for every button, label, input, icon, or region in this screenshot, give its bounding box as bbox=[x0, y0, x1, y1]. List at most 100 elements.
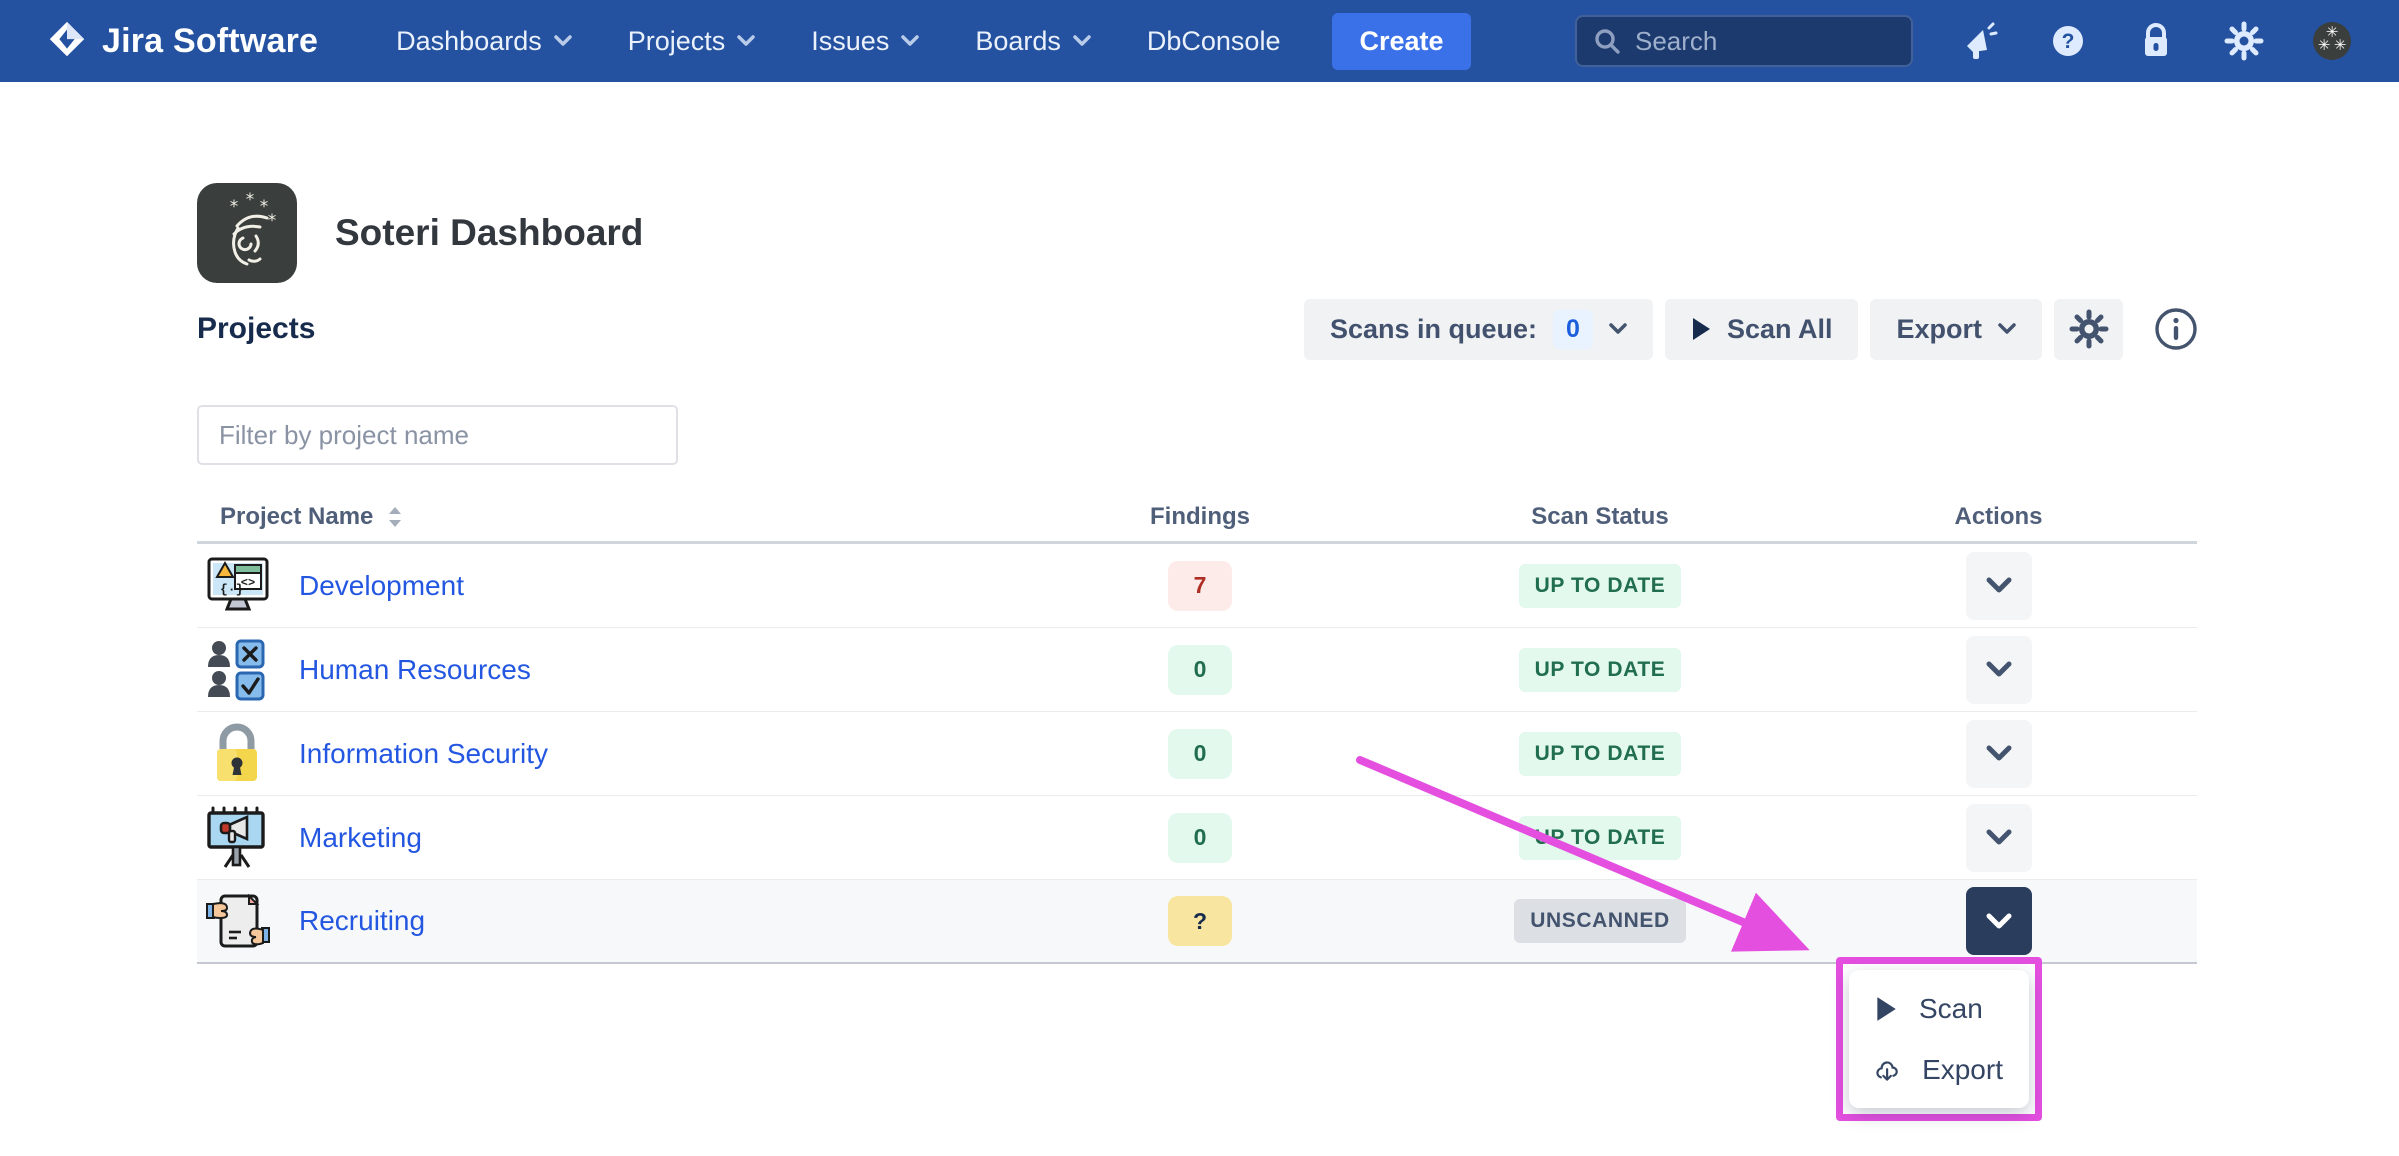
export-button[interactable]: Export bbox=[1870, 299, 2042, 360]
development-monitor-icon: <> {·} bbox=[205, 553, 271, 619]
row-actions-dropdown: Scan Export bbox=[1849, 970, 2029, 1108]
scan-status-badge: UNSCANNED bbox=[1514, 899, 1686, 943]
chevron-down-icon bbox=[1986, 661, 2012, 678]
svg-text:✳: ✳ bbox=[2334, 36, 2347, 54]
billboard-megaphone-icon bbox=[205, 805, 271, 871]
nav-item-projects[interactable]: Projects bbox=[628, 26, 756, 57]
search-box[interactable] bbox=[1575, 15, 1913, 67]
nav-item-label: Projects bbox=[628, 26, 726, 57]
table-row: Information Security 0 UP TO DATE bbox=[197, 712, 2197, 796]
avatar[interactable]: ✳ ✳ ✳ bbox=[2311, 20, 2353, 62]
row-actions-button[interactable] bbox=[1966, 636, 2032, 704]
cloud-download-icon bbox=[1875, 1057, 1900, 1083]
scan-all-button[interactable]: Scan All bbox=[1665, 299, 1859, 360]
chevron-down-icon bbox=[1986, 745, 2012, 762]
brand-name: Jira Software bbox=[102, 22, 318, 61]
app-header: **** Soteri Dashboard bbox=[197, 183, 643, 283]
lock-icon[interactable] bbox=[2135, 20, 2177, 62]
scan-status-badge: UP TO DATE bbox=[1519, 816, 1682, 860]
help-icon[interactable]: ? bbox=[2047, 20, 2089, 62]
findings-count: 0 bbox=[1168, 645, 1232, 695]
project-filter-input[interactable] bbox=[197, 405, 678, 465]
nav-item-boards[interactable]: Boards bbox=[975, 26, 1091, 57]
findings-count: 7 bbox=[1168, 561, 1232, 611]
chevron-down-icon bbox=[1986, 829, 2012, 846]
table-row: Recruiting ? UNSCANNED bbox=[197, 880, 2197, 964]
table-header: Project Name Findings Scan Status Action… bbox=[197, 492, 2197, 544]
create-button[interactable]: Create bbox=[1332, 13, 1470, 70]
play-icon bbox=[1875, 996, 1897, 1022]
nav-item-label: Boards bbox=[975, 26, 1061, 57]
chevron-down-icon bbox=[554, 35, 572, 47]
jira-brand[interactable]: Jira Software bbox=[46, 20, 318, 62]
scans-in-queue-count: 0 bbox=[1553, 310, 1593, 349]
search-input[interactable] bbox=[1635, 26, 1875, 57]
scan-status-badge: UP TO DATE bbox=[1519, 564, 1682, 608]
nav-menu: Dashboards Projects Issues Boards DbCons… bbox=[396, 26, 1280, 57]
nav-item-issues[interactable]: Issues bbox=[811, 26, 919, 57]
dropdown-item-export[interactable]: Export bbox=[1849, 1042, 2029, 1098]
scan-all-label: Scan All bbox=[1727, 314, 1833, 345]
chevron-down-icon bbox=[1986, 577, 2012, 594]
info-button[interactable] bbox=[2153, 306, 2199, 352]
row-actions-button[interactable] bbox=[1966, 720, 2032, 788]
findings-count: 0 bbox=[1168, 813, 1232, 863]
svg-text:*: * bbox=[230, 197, 239, 217]
project-link[interactable]: Marketing bbox=[299, 822, 422, 854]
gear-icon bbox=[2068, 308, 2110, 350]
megaphone-icon[interactable] bbox=[1959, 20, 2001, 62]
scan-status-badge: UP TO DATE bbox=[1519, 732, 1682, 776]
chevron-down-icon bbox=[737, 35, 755, 47]
project-link[interactable]: Recruiting bbox=[299, 905, 425, 937]
chevron-down-icon bbox=[1998, 323, 2016, 335]
projects-heading: Projects bbox=[197, 312, 315, 346]
svg-text:{·}: {·} bbox=[220, 582, 243, 597]
chevron-down-icon bbox=[901, 35, 919, 47]
findings-count: 0 bbox=[1168, 729, 1232, 779]
navbar-right: ? bbox=[1575, 15, 2353, 67]
soteri-dashboard-page: Jira Software Dashboards Projects Issues… bbox=[0, 0, 2399, 1156]
column-header-project-name[interactable]: Project Name bbox=[197, 503, 1000, 531]
search-icon bbox=[1593, 27, 1621, 55]
chevron-down-icon bbox=[1609, 323, 1627, 335]
gear-icon[interactable] bbox=[2223, 20, 2265, 62]
play-icon bbox=[1691, 317, 1711, 341]
nav-item-label: Dashboards bbox=[396, 26, 542, 57]
projects-section-header: Projects Scans in queue: 0 Scan All Expo… bbox=[197, 297, 2199, 361]
dropdown-item-label: Scan bbox=[1919, 993, 1983, 1025]
project-link[interactable]: Development bbox=[299, 570, 464, 602]
project-link[interactable]: Human Resources bbox=[299, 654, 531, 686]
svg-text:✳: ✳ bbox=[2318, 36, 2331, 54]
export-label: Export bbox=[1896, 314, 1982, 345]
row-actions-button[interactable] bbox=[1966, 552, 2032, 620]
svg-text:*: * bbox=[268, 211, 277, 231]
contract-hands-icon bbox=[205, 888, 271, 954]
column-label: Project Name bbox=[220, 503, 373, 531]
scans-in-queue-label: Scans in queue: bbox=[1330, 314, 1537, 345]
padlock-icon bbox=[205, 721, 271, 787]
column-header-scan-status: Scan Status bbox=[1400, 503, 1800, 531]
jira-logo-icon bbox=[46, 20, 88, 62]
projects-table: Project Name Findings Scan Status Action… bbox=[197, 492, 2197, 964]
svg-text:?: ? bbox=[2062, 30, 2075, 53]
settings-button[interactable] bbox=[2054, 299, 2123, 360]
table-row: Marketing 0 UP TO DATE bbox=[197, 796, 2197, 880]
nav-item-label: DbConsole bbox=[1147, 26, 1281, 57]
table-row: Human Resources 0 UP TO DATE bbox=[197, 628, 2197, 712]
nav-item-dbconsole[interactable]: DbConsole bbox=[1147, 26, 1281, 57]
row-actions-button[interactable] bbox=[1966, 804, 2032, 872]
people-checklist-icon bbox=[205, 637, 271, 703]
table-row: <> {·} Development 7 UP TO DATE bbox=[197, 544, 2197, 628]
nav-item-label: Issues bbox=[811, 26, 889, 57]
page-title: Soteri Dashboard bbox=[335, 212, 643, 254]
projects-toolbar: Scans in queue: 0 Scan All Export bbox=[1304, 299, 2199, 360]
scans-in-queue-button[interactable]: Scans in queue: 0 bbox=[1304, 299, 1653, 360]
column-header-actions: Actions bbox=[1800, 503, 2197, 531]
nav-item-dashboards[interactable]: Dashboards bbox=[396, 26, 572, 57]
project-link[interactable]: Information Security bbox=[299, 738, 548, 770]
scan-status-badge: UP TO DATE bbox=[1519, 648, 1682, 692]
chevron-down-icon bbox=[1073, 35, 1091, 47]
info-icon bbox=[2153, 306, 2199, 352]
dropdown-item-scan[interactable]: Scan bbox=[1849, 981, 2029, 1037]
row-actions-button-open[interactable] bbox=[1966, 887, 2032, 955]
